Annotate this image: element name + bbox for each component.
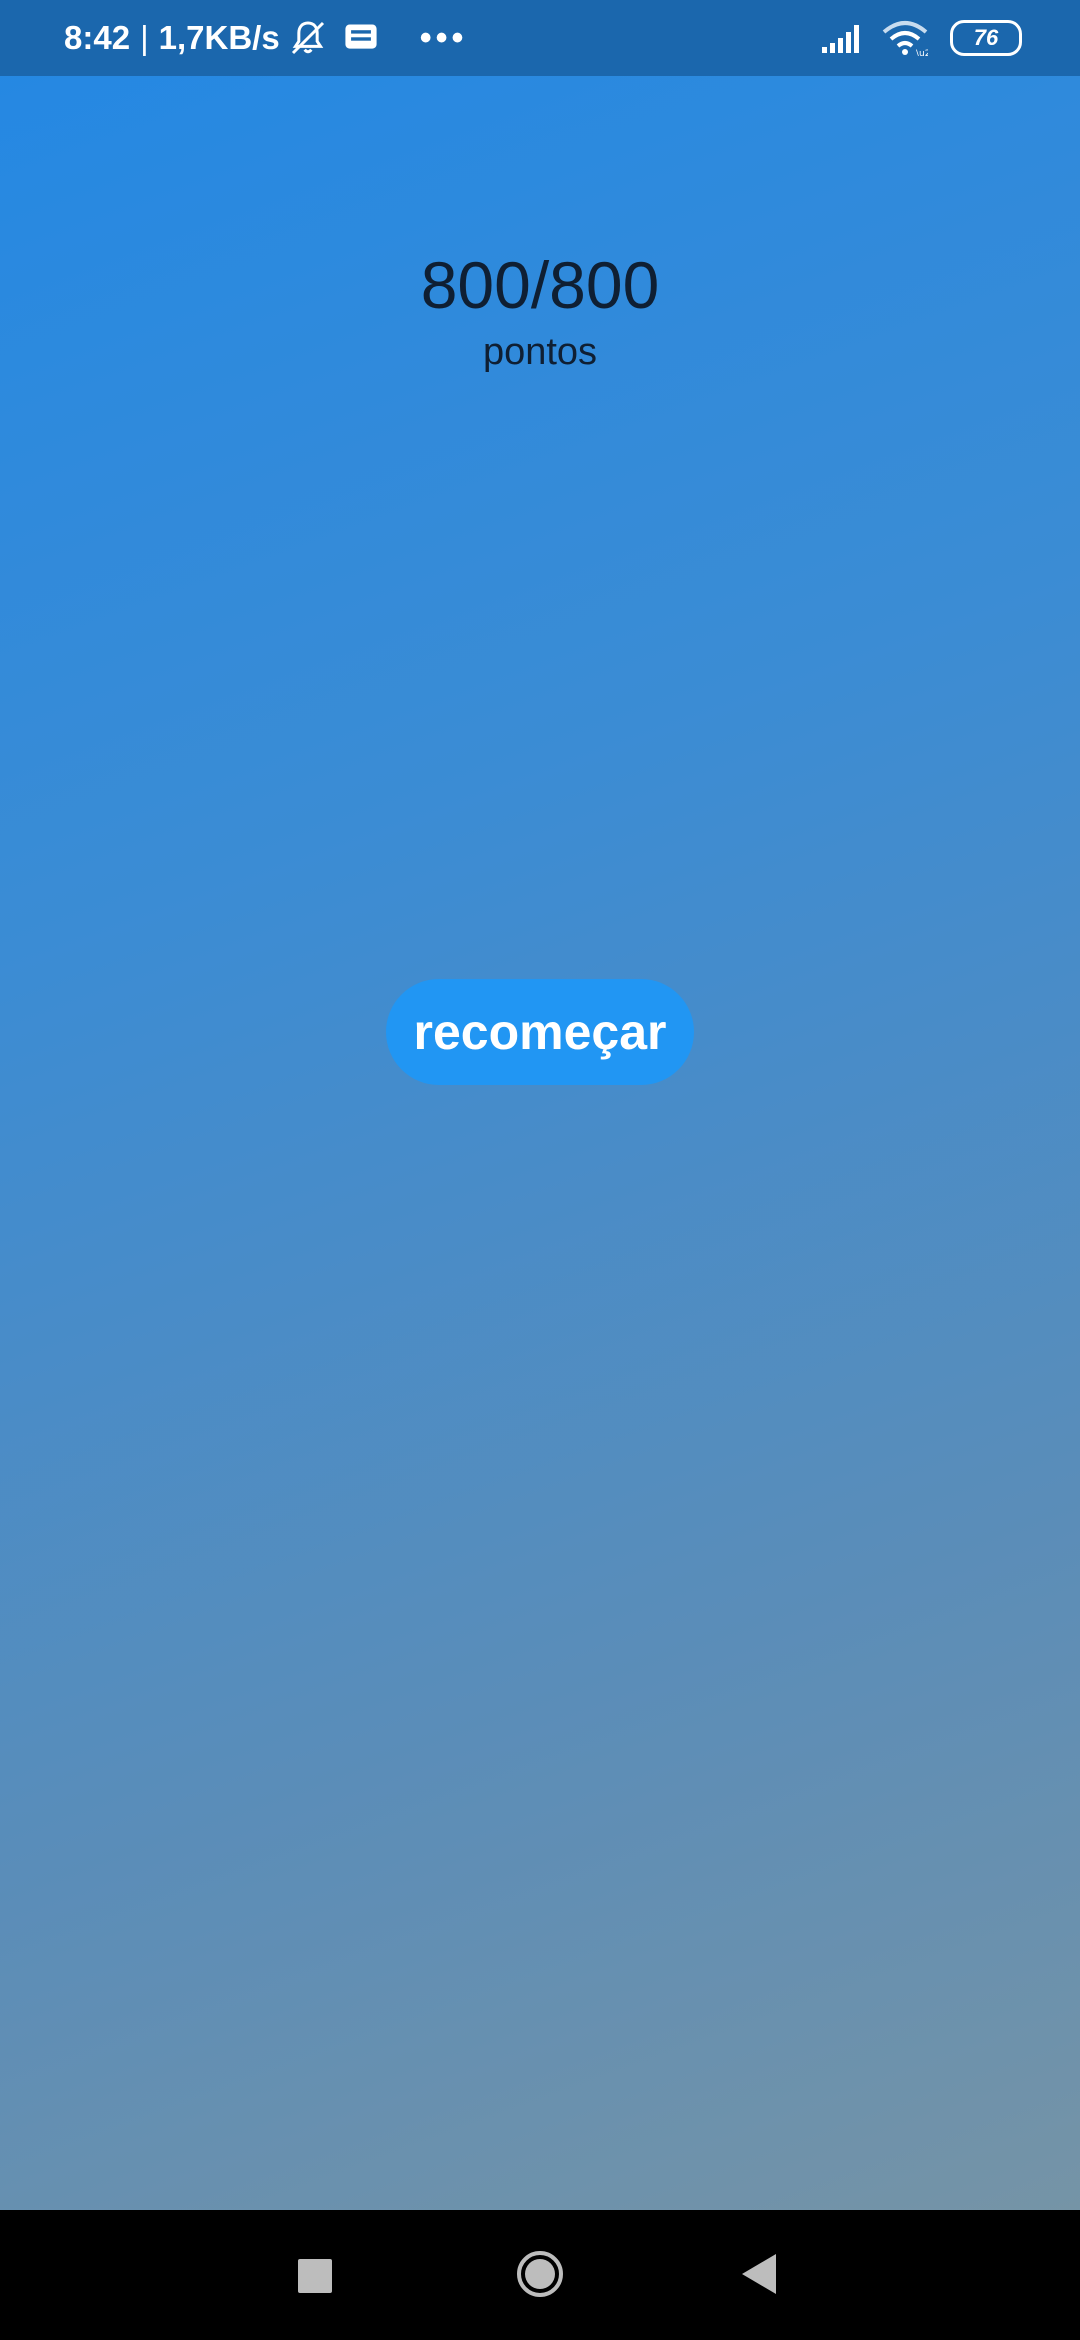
restart-button[interactable]: recomeçar bbox=[386, 979, 694, 1085]
recent-apps-icon[interactable] bbox=[298, 2259, 332, 2293]
network-speed: 1,7KB/s bbox=[158, 19, 280, 56]
status-left: 8:42 | 1,7KB/s ••• bbox=[64, 0, 467, 76]
status-bar: 8:42 | 1,7KB/s ••• \u2 76 bbox=[0, 0, 1080, 76]
score-value: 800/800 bbox=[420, 248, 660, 322]
navigation-bar bbox=[0, 2210, 1080, 2340]
home-icon[interactable] bbox=[516, 2250, 564, 2298]
signal-icon bbox=[822, 23, 864, 53]
message-icon bbox=[344, 23, 378, 53]
score-display: 800/800 pontos bbox=[0, 245, 1080, 377]
wifi-icon: \u21c5 bbox=[882, 20, 928, 56]
battery-level: 76 bbox=[973, 25, 999, 50]
more-notifications-indicator: ••• bbox=[419, 18, 468, 57]
notifications-muted-icon bbox=[288, 18, 328, 58]
app-screen: 8:42 | 1,7KB/s ••• \u2 76 800/800 pontos… bbox=[0, 0, 1080, 2340]
svg-text:\u21c5: \u21c5 bbox=[916, 49, 928, 56]
status-time: 8:42 bbox=[64, 19, 131, 56]
status-separator: | bbox=[140, 19, 149, 56]
status-right: \u21c5 76 bbox=[804, 0, 1022, 76]
battery-icon: 76 bbox=[950, 20, 1022, 56]
back-icon[interactable] bbox=[742, 2254, 776, 2294]
score-label: pontos bbox=[482, 331, 598, 373]
